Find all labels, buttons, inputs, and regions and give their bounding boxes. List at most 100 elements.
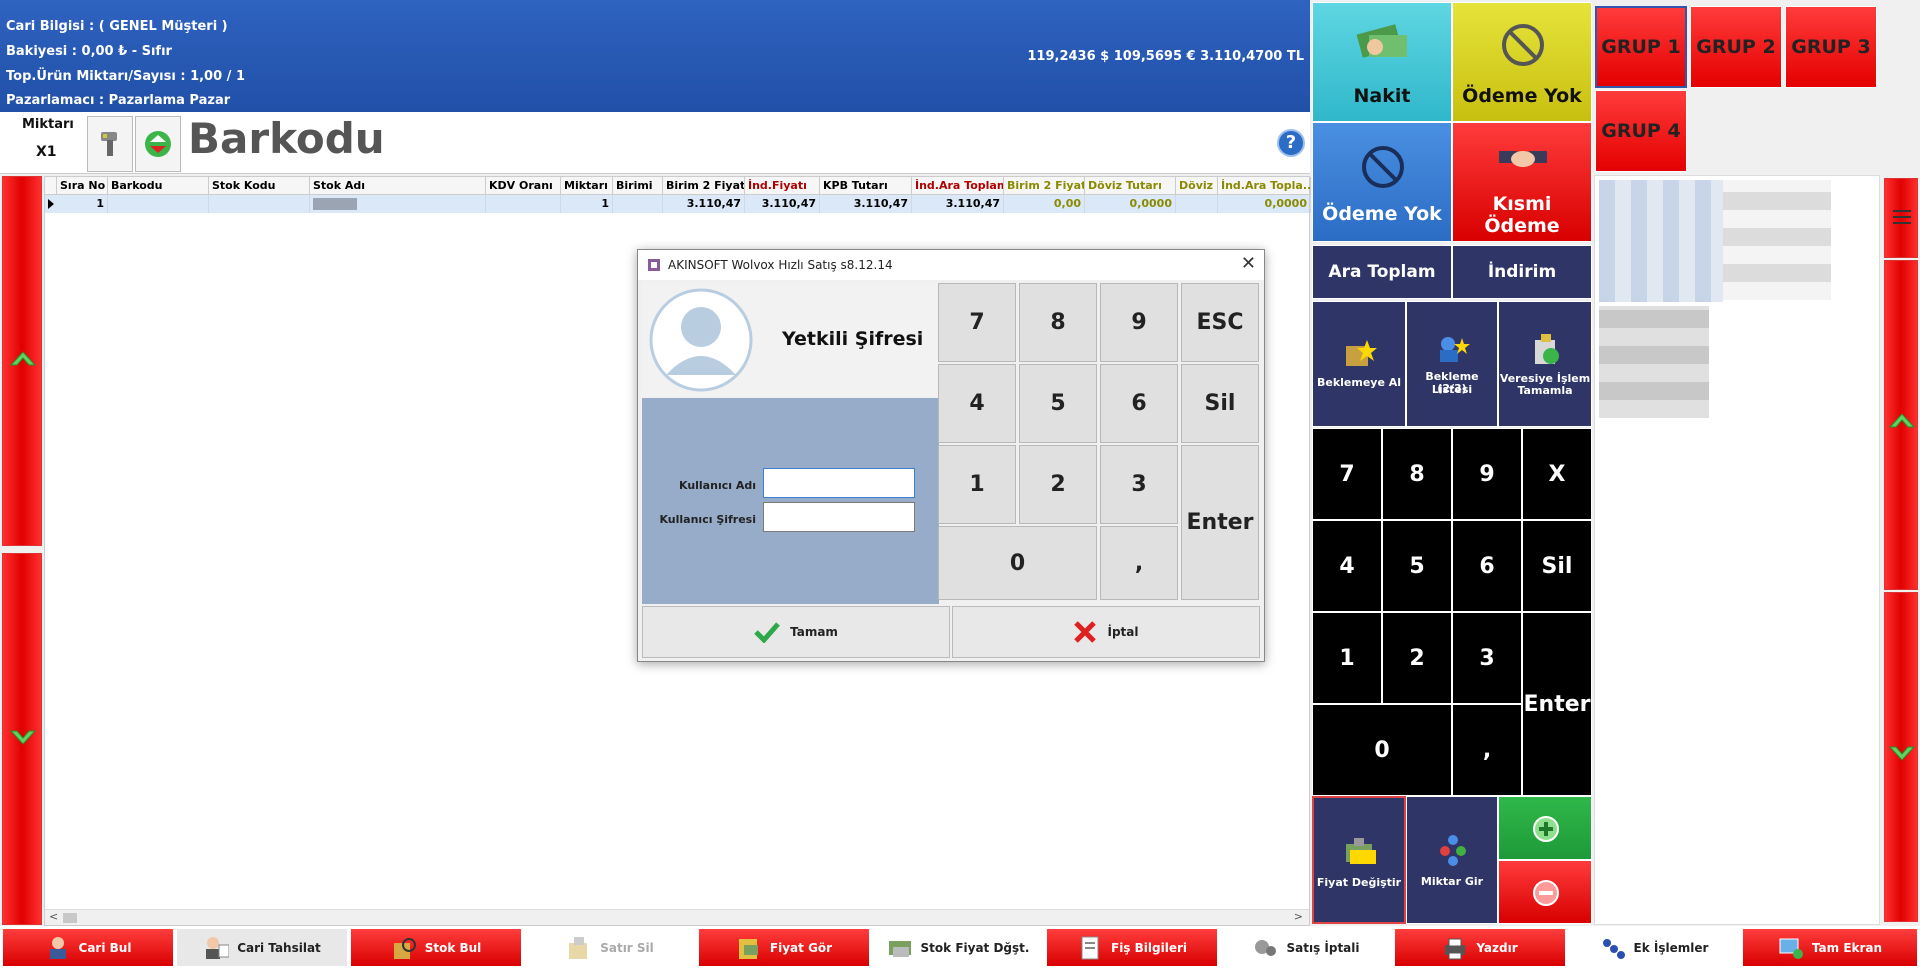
stok-fiyat-dgst-button[interactable]: Stok Fiyat Dğşt. (872, 928, 1044, 967)
tamam-button[interactable]: Tamam (642, 606, 950, 658)
dialog-key-2[interactable]: 2 (1019, 445, 1097, 524)
right-scroll-down-button[interactable] (1884, 592, 1918, 922)
numpad-3[interactable]: 3 (1452, 612, 1522, 704)
numpad-1[interactable]: 1 (1312, 612, 1382, 704)
col-birimi[interactable]: Birimi (613, 177, 663, 195)
horizontal-scrollbar[interactable]: < > (45, 909, 1309, 925)
dialog-key-comma[interactable]: , (1100, 526, 1178, 600)
dialog-key-7[interactable]: 7 (938, 283, 1016, 362)
dialog-key-8[interactable]: 8 (1019, 283, 1097, 362)
col-stok-kodu[interactable]: Stok Kodu (209, 177, 310, 195)
yazdir-button[interactable]: Yazdır (1394, 928, 1566, 967)
numpad-x[interactable]: X (1522, 428, 1592, 520)
odeme-yok-button-1[interactable]: Ödeme Yok (1452, 2, 1592, 122)
table-row[interactable]: 1 1 3.110,47 3.110,47 3.110,47 3.110,47 … (45, 195, 1311, 213)
increase-button[interactable] (1498, 796, 1592, 860)
beklemeye-al-button[interactable]: Beklemeye Al (1312, 301, 1406, 427)
col-birim2-fiyati[interactable]: Birim 2 Fiyatı (663, 177, 745, 195)
numpad-8[interactable]: 8 (1382, 428, 1452, 520)
col-ind-ara-toplam[interactable]: İnd.Ara Toplam (912, 177, 1004, 195)
stok-bul-button[interactable]: Stok Bul (350, 928, 522, 967)
help-icon[interactable]: ? (1277, 129, 1305, 157)
col-barkodu[interactable]: Barkodu (108, 177, 209, 195)
veresiye-button[interactable]: Veresiye İşlem Tamamla (1498, 301, 1592, 427)
numpad-2[interactable]: 2 (1382, 612, 1452, 704)
dialog-key-esc[interactable]: ESC (1181, 283, 1259, 362)
fiyat-gor-button[interactable]: Fiyat Gör (698, 928, 870, 967)
numpad-9[interactable]: 9 (1452, 428, 1522, 520)
pazarlamaci: Pazarlamacı : Pazarlama Pazar (6, 93, 231, 108)
cancel-x-icon (1074, 621, 1097, 643)
scroll-left-arrow[interactable]: < (49, 910, 58, 923)
numpad-5[interactable]: 5 (1382, 520, 1452, 612)
col-doviz-tutari[interactable]: Döviz Tutarı (1085, 177, 1176, 195)
group-2-button[interactable]: GRUP 2 (1690, 6, 1782, 88)
indirim-button[interactable]: İndirim (1452, 245, 1592, 299)
satir-sil-label: Satır Sil (600, 940, 654, 955)
product-tile[interactable] (1599, 180, 1723, 302)
password-field[interactable] (763, 502, 915, 532)
col-kpb-tutari[interactable]: KPB Tutarı (820, 177, 912, 195)
barcode-scanner-button[interactable] (87, 116, 133, 172)
decrease-button[interactable] (1498, 860, 1592, 924)
dialog-key-9[interactable]: 9 (1100, 283, 1178, 362)
cari-bul-button[interactable]: Cari Bul (2, 928, 174, 967)
dialog-key-1[interactable]: 1 (938, 445, 1016, 524)
col-kdv-orani[interactable]: KDV Oranı (486, 177, 561, 195)
group-4-button[interactable]: GRUP 4 (1595, 90, 1687, 172)
col-stok-adi[interactable]: Stok Adı (310, 177, 486, 195)
fiyat-degistir-label: Fiyat Değiştir (1316, 876, 1402, 889)
ek-islemler-button[interactable]: Ek İşlemler (1568, 928, 1740, 967)
numpad-sil[interactable]: Sil (1522, 520, 1592, 612)
numpad-4[interactable]: 4 (1312, 520, 1382, 612)
scroll-up-button[interactable] (2, 176, 42, 546)
satis-iptali-button[interactable]: Satış İptali (1220, 928, 1392, 967)
menu-button[interactable] (1884, 178, 1918, 258)
odeme-yok-button-2[interactable]: Ödeme Yok (1312, 122, 1452, 242)
dialog-key-3[interactable]: 3 (1100, 445, 1178, 524)
miktar-gir-button[interactable]: Miktar Gir (1406, 796, 1498, 924)
product-tile[interactable] (1723, 180, 1831, 300)
satir-sil-button[interactable]: Satır Sil (524, 928, 696, 967)
scroll-down-button[interactable] (2, 553, 42, 925)
tam-ekran-button[interactable]: Tam Ekran (1742, 928, 1918, 967)
dialog-key-6[interactable]: 6 (1100, 364, 1178, 443)
bekleme-listesi-button[interactable]: Bekleme Listesi (2/3) (1406, 301, 1498, 427)
col-birim2-fiyati-doviz[interactable]: Birim 2 Fiyatı (1004, 177, 1085, 195)
close-icon[interactable]: ✕ (1241, 253, 1256, 274)
group-3-button[interactable]: GRUP 3 (1785, 6, 1877, 88)
numpad-0[interactable]: 0 (1312, 704, 1452, 796)
col-sira-no[interactable]: Sıra No (57, 177, 108, 195)
product-tile[interactable] (1599, 306, 1709, 418)
col-doviz[interactable]: Döviz (1176, 177, 1218, 195)
dialog-key-enter[interactable]: Enter (1181, 445, 1259, 600)
numpad-6[interactable]: 6 (1452, 520, 1522, 612)
fis-bilgileri-button[interactable]: Fiş Bilgileri (1046, 928, 1218, 967)
fullscreen-icon (1779, 938, 1803, 959)
kismi-odeme-button[interactable]: Kısmi Ödeme (1452, 122, 1592, 242)
nakit-button[interactable]: Nakit (1312, 2, 1452, 122)
quantity-value[interactable]: X1 (36, 144, 57, 160)
ara-toplam-button[interactable]: Ara Toplam (1312, 245, 1452, 299)
col-ind-fiyati[interactable]: İnd.Fiyatı (745, 177, 820, 195)
scroll-right-arrow[interactable]: > (1294, 910, 1303, 923)
refresh-button[interactable] (135, 116, 181, 172)
cari-tahsilat-button[interactable]: Cari Tahsilat (176, 928, 348, 967)
bakiye: Bakiyesi : 0,00 ₺ - Sıfır (6, 44, 172, 59)
username-field[interactable] (763, 468, 915, 498)
numpad-7[interactable]: 7 (1312, 428, 1382, 520)
fiyat-degistir-button[interactable]: Fiyat Değiştir (1312, 796, 1406, 924)
numpad-enter[interactable]: Enter (1522, 612, 1592, 796)
scrollbar-thumb[interactable] (63, 913, 77, 923)
iptal-button[interactable]: İptal (952, 606, 1260, 658)
dialog-key-sil[interactable]: Sil (1181, 364, 1259, 443)
dialog-key-5[interactable]: 5 (1019, 364, 1097, 443)
dialog-key-4[interactable]: 4 (938, 364, 1016, 443)
numpad-comma[interactable]: , (1452, 704, 1522, 796)
col-ind-ara-toplam-doviz[interactable]: İnd.Ara Topla... (1218, 177, 1311, 195)
group-1-button[interactable]: GRUP 1 (1595, 6, 1687, 88)
right-scroll-up-button[interactable] (1884, 260, 1918, 590)
cell-birim2-fiyati-doviz: 0,00 (1004, 195, 1085, 213)
dialog-key-0[interactable]: 0 (938, 526, 1097, 600)
col-miktari[interactable]: Miktarı (561, 177, 613, 195)
